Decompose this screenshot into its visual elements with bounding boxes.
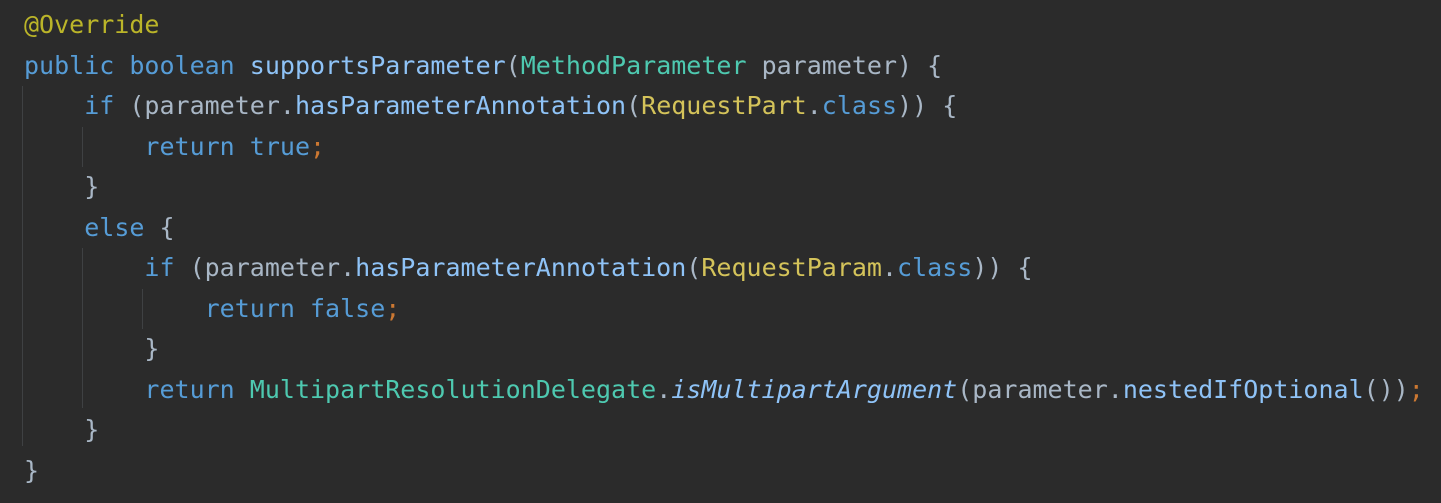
code-token: parameter: [746, 51, 898, 80]
code-token: false: [310, 294, 386, 323]
code-token: else: [84, 213, 145, 242]
code-line[interactable]: else {: [24, 208, 175, 248]
code-token: ;: [310, 132, 326, 161]
code-editor[interactable]: @Override public boolean supportsParamete…: [0, 0, 1441, 503]
code-token: RequestParam: [701, 253, 882, 282]
code-token: }: [24, 172, 100, 201]
code-token: .: [806, 91, 822, 120]
code-token: if: [84, 91, 115, 120]
code-token: RequestPart: [641, 91, 807, 120]
code-line[interactable]: }: [24, 410, 99, 450]
code-token: @Override: [24, 10, 160, 39]
code-token: return: [144, 132, 235, 161]
code-token: supportsParameter: [249, 51, 506, 80]
code-token: hasParameterAnnotation: [355, 253, 687, 282]
code-token: return: [144, 375, 235, 404]
code-token: {: [144, 213, 175, 242]
code-line[interactable]: return false;: [24, 289, 401, 329]
code-token: boolean: [129, 51, 235, 80]
code-token: return: [204, 294, 295, 323]
code-token: }: [24, 334, 160, 363]
code-line[interactable]: }: [24, 451, 39, 491]
code-token: (parameter.: [957, 375, 1123, 404]
code-line[interactable]: if (parameter.hasParameterAnnotation(Req…: [24, 248, 1033, 288]
code-token: )) {: [972, 253, 1033, 282]
code-token: }: [24, 415, 100, 444]
code-token: MethodParameter: [520, 51, 747, 80]
code-token: nestedIfOptional: [1122, 375, 1364, 404]
code-token: class: [821, 91, 898, 120]
indent-guide: [22, 86, 23, 446]
code-line[interactable]: }: [24, 329, 159, 369]
code-line[interactable]: }: [24, 167, 99, 207]
code-token: (: [505, 51, 521, 80]
code-token: )) {: [897, 91, 958, 120]
code-token: ) {: [897, 51, 943, 80]
code-token: if: [144, 253, 175, 282]
code-line[interactable]: @Override: [24, 5, 159, 45]
code-token: (parameter.: [114, 91, 295, 120]
code-token: isMultipartArgument: [671, 375, 958, 404]
code-line[interactable]: return MultipartResolutionDelegate.isMul…: [24, 370, 1424, 410]
code-token: public: [24, 51, 115, 80]
code-token: ;: [385, 294, 401, 323]
code-token: .: [881, 253, 898, 282]
code-token: (parameter.: [174, 253, 356, 282]
code-token: class: [897, 253, 973, 282]
code-token: }: [24, 456, 40, 485]
code-token: (: [626, 91, 642, 120]
code-line[interactable]: public boolean supportsParameter(MethodP…: [24, 46, 942, 86]
code-token: ;: [1408, 375, 1424, 404]
code-line[interactable]: return true;: [24, 127, 325, 167]
code-token: ()): [1363, 375, 1409, 404]
code-token: true: [249, 132, 311, 161]
code-token: (: [686, 253, 702, 282]
code-token: MultipartResolutionDelegate: [249, 375, 657, 404]
code-line[interactable]: if (parameter.hasParameterAnnotation(Req…: [24, 86, 957, 126]
code-token: hasParameterAnnotation: [294, 91, 627, 120]
code-token: .: [656, 375, 672, 404]
